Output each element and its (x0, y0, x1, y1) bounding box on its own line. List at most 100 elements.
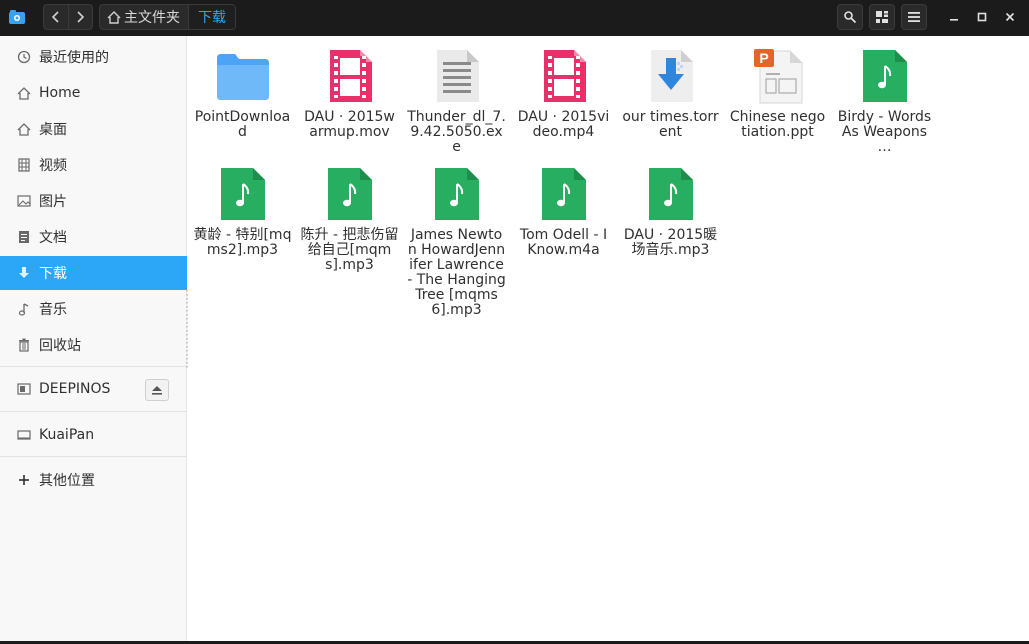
sidebar-item-label: 音乐 (39, 302, 67, 318)
sidebar-item-recent[interactable]: 最近使用的 (0, 40, 187, 74)
home-icon (107, 10, 121, 24)
eject-button[interactable] (145, 379, 169, 401)
file-name: Chinese negotiation.ppt (729, 109, 826, 140)
clock-icon (16, 49, 32, 65)
plus-icon (16, 472, 32, 488)
file-item[interactable]: our times.torrent (617, 44, 724, 140)
torrent-file-icon (639, 44, 703, 108)
trash-icon (16, 337, 32, 353)
sidebar-item-trash[interactable]: 回收站 (0, 328, 187, 362)
sidebar-item-desktop[interactable]: 桌面 (0, 112, 187, 146)
drive-icon (16, 381, 32, 397)
presentation-file-icon: P (746, 44, 810, 108)
forward-button[interactable] (67, 5, 93, 29)
file-grid: PointDownload DAU · 2015warmup.mov Thund… (188, 36, 1029, 644)
file-name: PointDownload (194, 109, 291, 140)
search-icon (844, 11, 857, 24)
sidebar-item-downloads[interactable]: 下载 (0, 256, 187, 290)
titlebar: 主文件夹 下载 (0, 0, 1029, 36)
breadcrumb-current[interactable]: 下载 (188, 5, 235, 29)
sidebar-item-label: Home (39, 85, 81, 101)
sidebar-item-kuaipan[interactable]: KuaiPan (0, 418, 187, 452)
file-name: DAU · 2015warmup.mov (304, 109, 395, 140)
drive-icon (16, 427, 32, 443)
video-file-icon (532, 44, 596, 108)
file-manager-app-icon (6, 6, 28, 28)
sidebar-item-label: DEEPINOS (39, 381, 111, 397)
search-button[interactable] (837, 4, 863, 30)
file-item[interactable]: DAU · 2015暖场音乐.mp3 (617, 162, 724, 258)
sidebar-item-label: 下载 (39, 266, 67, 282)
sidebar-item-label: 文档 (39, 230, 67, 246)
folder-icon (211, 44, 275, 108)
minimize-icon (950, 19, 958, 21)
breadcrumb-home-label: 主文件夹 (124, 10, 180, 26)
sidebar-divider (0, 411, 187, 412)
grid-view-icon (876, 11, 888, 23)
file-name: DAU · 2015暖场音乐.mp3 (623, 227, 718, 258)
file-item[interactable]: Birdy - Words As Weapons … (831, 44, 938, 155)
sidebar-item-label: KuaiPan (39, 427, 95, 443)
audio-file-icon (211, 162, 275, 226)
file-name: 陈升 - 把悲伤留给自己[mqms].mp3 (300, 227, 399, 273)
audio-file-icon (318, 162, 382, 226)
menu-button[interactable] (901, 4, 927, 30)
sidebar-item-label: 视频 (39, 158, 67, 174)
file-name: DAU · 2015video.mp4 (517, 109, 610, 140)
file-name: James Newton HowardJennifer Lawrence - T… (407, 227, 506, 318)
file-item[interactable]: DAU · 2015warmup.mov (296, 44, 403, 140)
sidebar-item-label: 图片 (39, 194, 67, 210)
file-item[interactable]: Tom Odell - I Know.m4a (510, 162, 617, 258)
file-item[interactable]: 陈升 - 把悲伤留给自己[mqms].mp3 (296, 162, 403, 273)
sidebar-item-deepinos[interactable]: DEEPINOS (0, 372, 187, 406)
audio-file-icon (853, 44, 917, 108)
breadcrumb-home[interactable]: 主文件夹 (100, 5, 188, 29)
file-name: 黄龄 - 特别[mqms2].mp3 (193, 227, 292, 258)
download-icon (16, 265, 32, 281)
video-icon (16, 157, 32, 173)
sidebar-item-music[interactable]: 音乐 (0, 292, 187, 326)
svg-text:P: P (759, 50, 768, 66)
file-item[interactable]: DAU · 2015video.mp4 (510, 44, 617, 140)
home-icon (16, 85, 32, 101)
hamburger-menu-icon (908, 12, 920, 22)
sidebar-item-videos[interactable]: 视频 (0, 148, 187, 182)
sidebar-item-label: 其他位置 (39, 473, 95, 489)
file-item[interactable]: P Chinese negotiation.ppt (724, 44, 831, 140)
chevron-right-icon (77, 11, 85, 23)
back-button[interactable] (44, 5, 68, 29)
sidebar-item-documents[interactable]: 文档 (0, 220, 187, 254)
picture-icon (16, 193, 32, 209)
file-name: our times.torrent (622, 109, 719, 140)
sidebar-divider (0, 366, 187, 367)
sidebar-item-home[interactable]: Home (0, 76, 187, 110)
music-icon (16, 301, 32, 317)
close-icon (1005, 12, 1015, 22)
file-item[interactable]: PointDownload (189, 44, 296, 140)
desktop-icon (16, 121, 32, 137)
file-item[interactable]: James Newton HowardJennifer Lawrence - T… (403, 162, 510, 318)
close-button[interactable] (999, 6, 1021, 28)
file-item[interactable]: 黄龄 - 特别[mqms2].mp3 (189, 162, 296, 258)
maximize-button[interactable] (971, 6, 993, 28)
view-mode-button[interactable] (869, 4, 895, 30)
audio-file-icon (639, 162, 703, 226)
document-icon (16, 229, 32, 245)
chevron-left-icon (51, 11, 59, 23)
sidebar-item-label: 最近使用的 (39, 50, 109, 66)
sidebar: 最近使用的 Home 桌面 视频 图片 文档 下载 音乐 回收站 DEEPINO… (0, 36, 187, 644)
sidebar-item-label: 桌面 (39, 122, 67, 138)
file-item[interactable]: Thunder_dl_7.9.42.5050.exe (403, 44, 510, 155)
maximize-icon (977, 12, 987, 22)
sidebar-item-other-locations[interactable]: 其他位置 (0, 463, 187, 497)
sidebar-divider (0, 456, 187, 457)
minimize-button[interactable] (943, 6, 965, 28)
sidebar-item-pictures[interactable]: 图片 (0, 184, 187, 218)
breadcrumb: 主文件夹 下载 (99, 4, 236, 30)
eject-icon (152, 385, 162, 395)
file-name: Birdy - Words As Weapons … (837, 109, 932, 155)
file-name: Tom Odell - I Know.m4a (519, 227, 608, 258)
file-name: Thunder_dl_7.9.42.5050.exe (407, 109, 506, 155)
navigation-buttons (43, 4, 93, 30)
audio-file-icon (532, 162, 596, 226)
